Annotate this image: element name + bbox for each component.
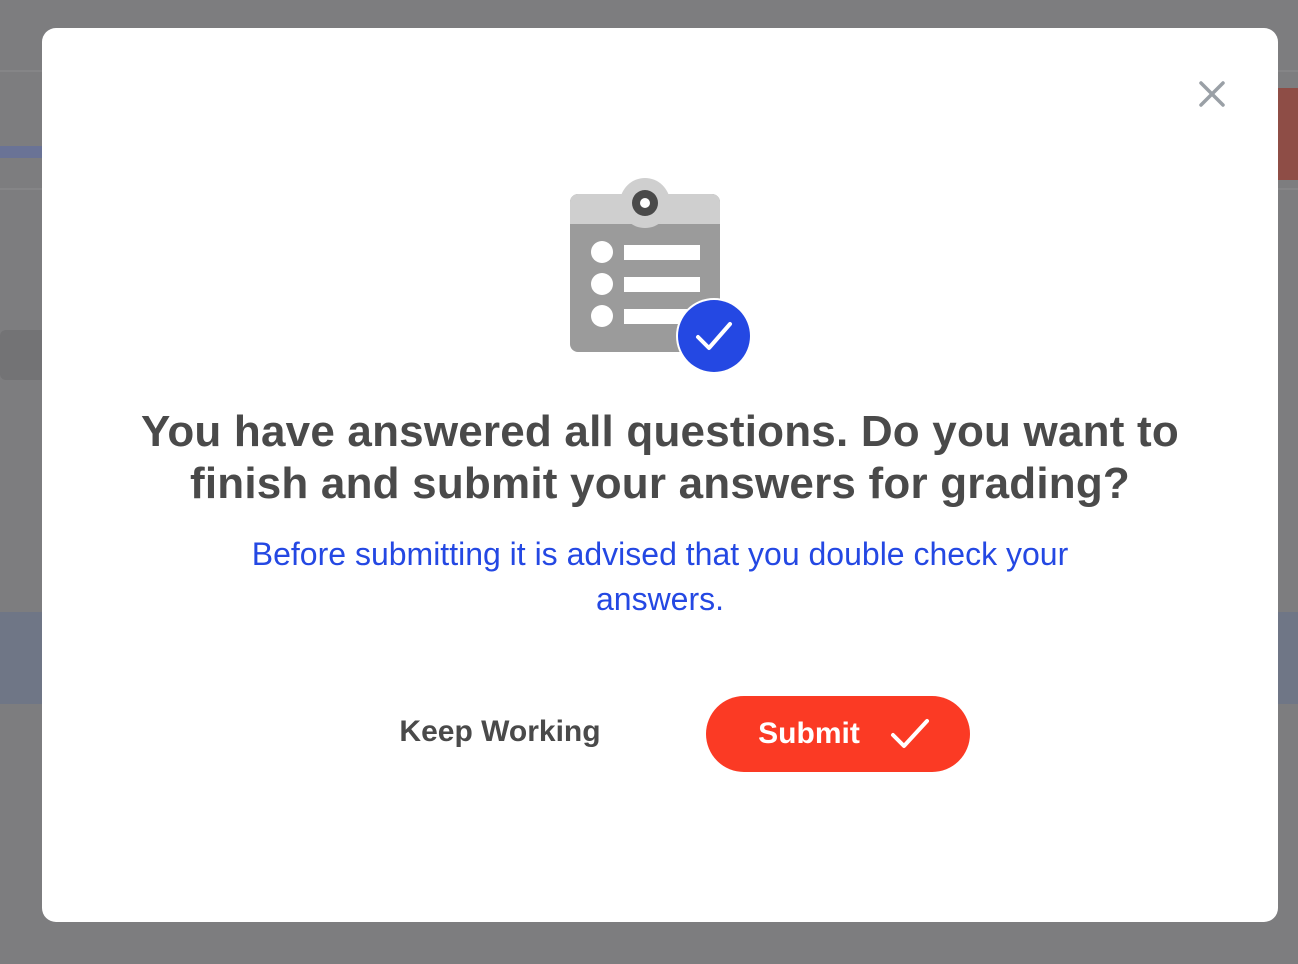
dialog-title: You have answered all questions. Do you … [141, 407, 1179, 508]
keep-working-button[interactable]: Keep Working [372, 704, 628, 760]
clipboard-check-icon [570, 178, 752, 374]
close-icon [1199, 81, 1225, 107]
checkmark-icon [890, 718, 930, 750]
dialog-subtitle: Before submitting it is advised that you… [251, 536, 1069, 617]
close-button[interactable] [1192, 74, 1232, 114]
submit-button-label: Submit [758, 717, 860, 750]
submit-button[interactable]: Submit [706, 696, 970, 772]
submit-confirmation-dialog: You have answered all questions. Do you … [42, 28, 1278, 922]
